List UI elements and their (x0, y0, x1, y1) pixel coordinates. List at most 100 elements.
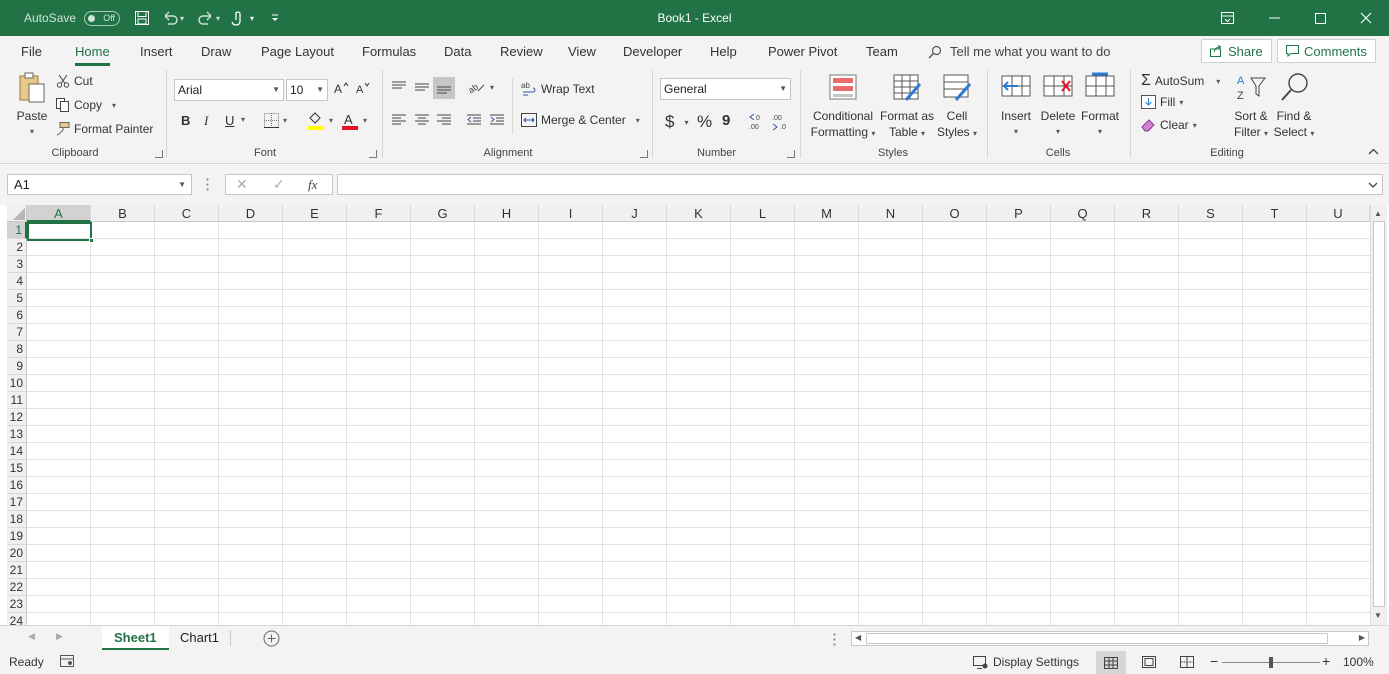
row-header[interactable]: 21 (7, 562, 27, 579)
share-button[interactable]: Share (1201, 39, 1272, 63)
split-handle-icon[interactable] (833, 632, 836, 646)
tell-me-search[interactable]: Tell me what you want to do (928, 44, 1110, 59)
zoom-out-icon[interactable]: − (1210, 653, 1218, 669)
sort-filter-button[interactable]: AZ Sort & Filter ▾ (1230, 72, 1272, 142)
column-header[interactable]: R (1115, 205, 1179, 222)
page-layout-view-icon[interactable] (1142, 656, 1156, 668)
expand-formula-bar-icon[interactable] (1368, 178, 1378, 192)
clear-button[interactable]: Clear ▾ (1141, 118, 1197, 132)
number-format-combo[interactable]: General ▼ (660, 78, 791, 100)
paste-dropdown-icon[interactable]: ▾ (12, 124, 52, 140)
decrease-font-size-button[interactable]: A (356, 81, 372, 95)
borders-button[interactable]: ▾ (264, 113, 287, 128)
paste-button[interactable]: Paste ▾ (12, 72, 52, 140)
row-header[interactable]: 14 (7, 443, 27, 460)
row-header[interactable]: 1 (7, 222, 27, 239)
increase-font-size-button[interactable]: A (334, 81, 350, 95)
conditional-formatting-button[interactable]: Conditional Formatting ▾ (806, 72, 880, 142)
active-cell[interactable] (27, 222, 92, 241)
italic-button[interactable]: I (204, 113, 208, 129)
decrease-decimal-button[interactable]: .00.0 (771, 111, 789, 131)
align-center-button[interactable] (414, 113, 430, 127)
format-as-table-button[interactable]: Format as Table ▾ (878, 72, 936, 142)
column-header[interactable]: M (795, 205, 859, 222)
row-header[interactable]: 22 (7, 579, 27, 596)
vertical-scrollbar[interactable]: ▲ ▼ (1370, 205, 1387, 625)
fill-handle[interactable] (89, 238, 94, 243)
row-header[interactable]: 11 (7, 392, 27, 409)
column-header[interactable]: C (155, 205, 219, 222)
increase-indent-button[interactable] (489, 113, 505, 127)
scroll-thumb[interactable] (1373, 221, 1385, 607)
align-right-button[interactable] (436, 113, 452, 127)
column-header[interactable]: T (1243, 205, 1307, 222)
close-icon[interactable] (1343, 0, 1389, 36)
percent-style-button[interactable]: % (697, 112, 712, 132)
decrease-indent-button[interactable] (466, 113, 482, 127)
column-header[interactable]: L (731, 205, 795, 222)
column-header[interactable]: S (1179, 205, 1243, 222)
row-header[interactable]: 24 (7, 613, 27, 625)
column-header[interactable]: J (603, 205, 667, 222)
row-header[interactable]: 5 (7, 290, 27, 307)
cut-button[interactable]: Cut (56, 74, 93, 88)
previous-sheet-icon[interactable]: ◀ (28, 631, 35, 642)
row-header[interactable]: 10 (7, 375, 27, 392)
row-header[interactable]: 9 (7, 358, 27, 375)
number-launcher-icon[interactable] (787, 150, 795, 158)
column-header[interactable]: P (987, 205, 1051, 222)
cancel-icon[interactable]: ✕ (236, 176, 248, 193)
row-header[interactable]: 12 (7, 409, 27, 426)
increase-decimal-button[interactable]: 0.00 (748, 111, 766, 131)
bold-button[interactable]: B (181, 113, 190, 128)
worksheet-grid[interactable]: ABCDEFGHIJKLMNOPQRSTU 1 2 3 4 5 6 7 8 9 10 11 12 13 1… (0, 205, 1389, 625)
tab-page-layout[interactable]: Page Layout (261, 44, 334, 59)
column-header[interactable]: A (27, 205, 91, 222)
tab-file[interactable]: File (21, 44, 42, 59)
autosum-button[interactable]: Σ AutoSum ▾ (1141, 72, 1220, 90)
column-header[interactable]: N (859, 205, 923, 222)
row-header[interactable]: 16 (7, 477, 27, 494)
scroll-up-icon[interactable]: ▲ (1374, 209, 1382, 218)
page-break-view-icon[interactable] (1180, 656, 1194, 668)
merge-center-button[interactable]: Merge & Center ▾ (521, 113, 640, 127)
tab-data[interactable]: Data (444, 44, 471, 59)
hscroll-thumb[interactable] (866, 633, 1328, 644)
column-header[interactable]: Q (1051, 205, 1115, 222)
tab-team[interactable]: Team (866, 44, 898, 59)
row-header[interactable]: 19 (7, 528, 27, 545)
row-header[interactable]: 20 (7, 545, 27, 562)
new-sheet-icon[interactable] (263, 630, 280, 650)
row-header[interactable]: 2 (7, 239, 27, 256)
maximize-icon[interactable] (1297, 0, 1343, 36)
row-header[interactable]: 4 (7, 273, 27, 290)
align-bottom-button[interactable] (433, 77, 455, 99)
select-all-corner[interactable] (7, 205, 27, 222)
row-header[interactable]: 3 (7, 256, 27, 273)
underline-button[interactable]: U (225, 113, 234, 128)
row-header[interactable]: 6 (7, 307, 27, 324)
clipboard-launcher-icon[interactable] (155, 150, 163, 158)
alignment-launcher-icon[interactable] (640, 150, 648, 158)
accounting-format-button[interactable]: $ ▾ (665, 112, 688, 132)
collapse-ribbon-icon[interactable] (1368, 148, 1379, 155)
zoom-slider-thumb[interactable] (1269, 657, 1273, 668)
tab-draw[interactable]: Draw (201, 44, 231, 59)
format-painter-button[interactable]: Format Painter (56, 122, 153, 136)
row-header[interactable]: 7 (7, 324, 27, 341)
tab-home[interactable]: Home (75, 44, 110, 66)
zoom-in-icon[interactable]: + (1322, 653, 1330, 669)
zoom-level[interactable]: 100% (1343, 655, 1374, 669)
display-settings-button[interactable]: Display Settings (973, 655, 1079, 669)
scroll-down-icon[interactable]: ▼ (1374, 611, 1382, 620)
font-name-combo[interactable]: Arial ▼ (174, 79, 284, 101)
column-header[interactable]: U (1307, 205, 1370, 222)
orientation-button[interactable]: ab ▾ (468, 80, 494, 94)
column-header[interactable]: I (539, 205, 603, 222)
row-header[interactable]: 8 (7, 341, 27, 358)
underline-dropdown-icon[interactable]: ▾ (241, 115, 245, 124)
enter-icon[interactable]: ✓ (273, 176, 285, 193)
column-header[interactable]: G (411, 205, 475, 222)
tab-power-pivot[interactable]: Power Pivot (768, 44, 837, 59)
column-header[interactable]: D (219, 205, 283, 222)
